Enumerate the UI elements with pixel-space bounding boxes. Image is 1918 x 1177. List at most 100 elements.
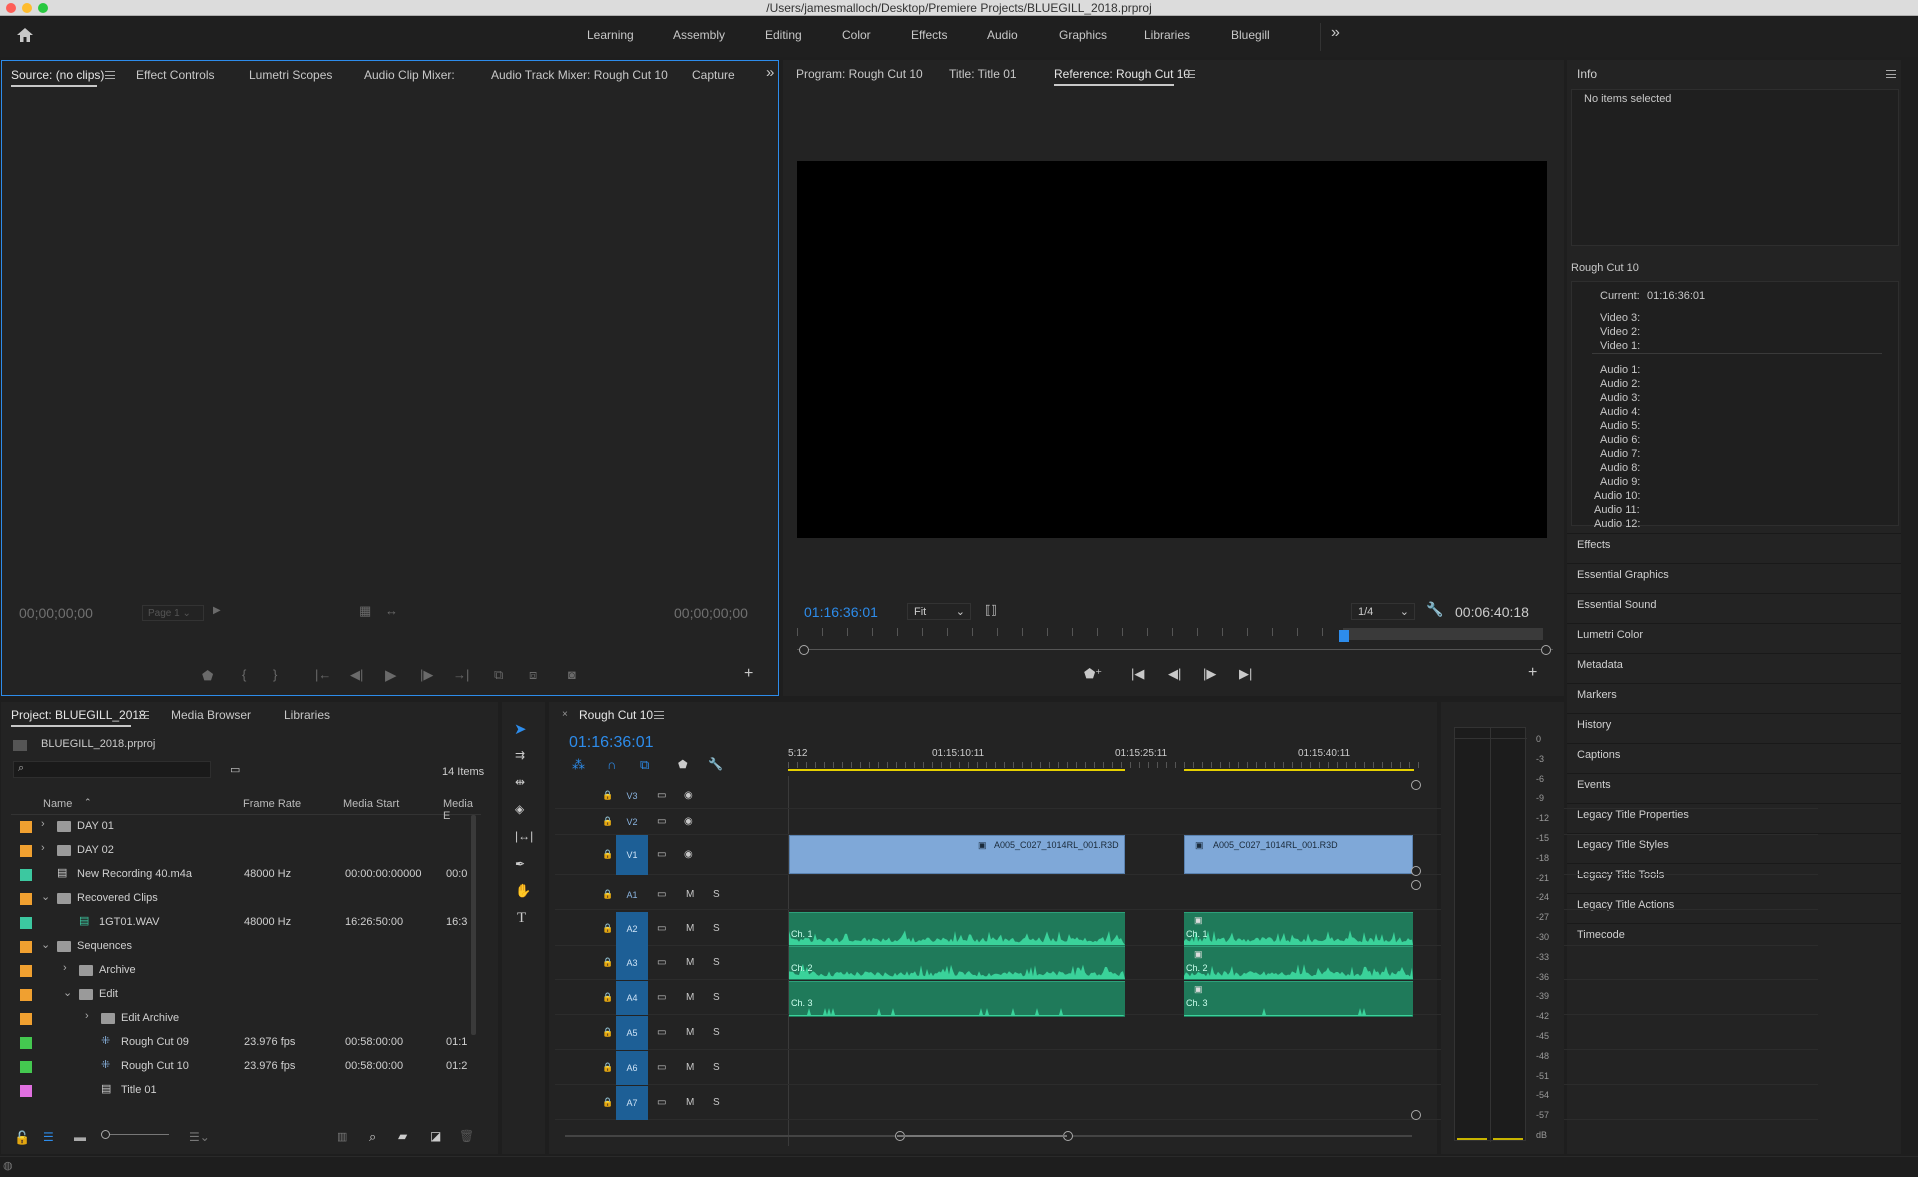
- sort-icon[interactable]: ☰⌄: [189, 1130, 210, 1144]
- track-sync-icon[interactable]: ▭: [657, 889, 666, 900]
- track-sync-icon[interactable]: ▭: [657, 1062, 666, 1073]
- project-row[interactable]: ⌄ Edit: [11, 983, 471, 1007]
- project-row[interactable]: ⌄ Recovered Clips: [11, 887, 471, 911]
- program-scrollbar[interactable]: [797, 649, 1553, 650]
- panel-lumetri-color[interactable]: Lumetri Color: [1577, 629, 1643, 641]
- mark-in-icon[interactable]: {: [242, 667, 246, 682]
- video-clip[interactable]: ▣ A005_C027_1014RL_001.R3D: [1184, 835, 1413, 874]
- timeline-ruler[interactable]: 5:12 01:15:10:11 01:15:25:11 01:15:40:11: [788, 742, 1422, 772]
- track-sync-icon[interactable]: ▭: [657, 816, 666, 827]
- timeline-scroll-thumb[interactable]: [897, 1135, 1067, 1137]
- tab-lumetri-scopes[interactable]: Lumetri Scopes: [249, 68, 332, 82]
- col-name[interactable]: Name: [43, 798, 72, 810]
- audio-clip[interactable]: Ch. 1: [789, 912, 1125, 946]
- trash-icon[interactable]: 🗑: [459, 1129, 474, 1143]
- workspace-libraries[interactable]: Libraries: [1144, 28, 1190, 42]
- disclosure-triangle-icon[interactable]: ⌄: [41, 890, 50, 903]
- work-area-bar[interactable]: [1184, 769, 1414, 771]
- source-add-button-icon[interactable]: +: [744, 665, 753, 683]
- page-next-icon[interactable]: ▶: [213, 605, 221, 616]
- disclosure-triangle-icon[interactable]: ⌄: [41, 938, 50, 951]
- project-search-input[interactable]: ⌕: [13, 761, 211, 778]
- label-color-swatch[interactable]: [20, 1085, 32, 1097]
- step-forward-icon[interactable]: |▶: [420, 667, 433, 683]
- overwrite-icon[interactable]: ⧈: [529, 667, 537, 683]
- tab-reference[interactable]: Reference: Rough Cut 10: [1054, 67, 1190, 81]
- razor-tool-icon[interactable]: ◈: [515, 802, 524, 816]
- tab-project[interactable]: Project: BLUEGILL_2018: [11, 708, 146, 722]
- disclosure-triangle-icon[interactable]: ›: [41, 842, 45, 854]
- disclosure-triangle-icon[interactable]: ›: [63, 962, 67, 974]
- disclosure-triangle-icon[interactable]: ›: [41, 818, 45, 830]
- track-target-label[interactable]: V2: [616, 809, 648, 835]
- program-add-button-icon[interactable]: +: [1528, 664, 1537, 682]
- new-bin-icon[interactable]: ▰: [398, 1129, 407, 1143]
- track-lock-icon[interactable]: 🔒: [602, 1062, 613, 1073]
- program-playhead[interactable]: [1339, 630, 1349, 642]
- track-sync-icon[interactable]: ▭: [657, 790, 666, 801]
- project-row[interactable]: ▤ Title 01: [11, 1079, 471, 1103]
- lock-icon[interactable]: 🔓: [14, 1130, 30, 1146]
- track-target-label[interactable]: V3: [616, 783, 648, 809]
- col-media-start[interactable]: Media Start: [343, 798, 399, 810]
- label-color-swatch[interactable]: [20, 917, 32, 929]
- workspace-graphics[interactable]: Graphics: [1059, 28, 1107, 42]
- workspace-audio[interactable]: Audio: [987, 28, 1018, 42]
- source-timecode-in[interactable]: 00;00;00;00: [19, 605, 93, 621]
- program-menu-icon[interactable]: [1185, 70, 1195, 78]
- zoom-slider-handle[interactable]: [101, 1130, 110, 1139]
- track-sync-icon[interactable]: ▭: [657, 1027, 666, 1038]
- solo-button[interactable]: S: [713, 1027, 720, 1038]
- track-lock-icon[interactable]: 🔒: [602, 957, 613, 968]
- program-timecode[interactable]: 01:16:36:01: [804, 604, 878, 620]
- eye-icon[interactable]: ◉: [684, 790, 693, 801]
- track-lock-icon[interactable]: 🔒: [602, 849, 613, 860]
- label-color-swatch[interactable]: [20, 821, 32, 833]
- mark-out-icon[interactable]: }: [273, 667, 277, 682]
- zoom-slider[interactable]: [103, 1134, 169, 1135]
- panel-metadata[interactable]: Metadata: [1577, 659, 1623, 671]
- tab-program[interactable]: Program: Rough Cut 10: [796, 67, 923, 81]
- tab-effect-controls[interactable]: Effect Controls: [136, 68, 214, 82]
- track-lock-icon[interactable]: 🔒: [602, 1027, 613, 1038]
- track-lock-icon[interactable]: 🔒: [602, 816, 613, 827]
- source-fit-icon[interactable]: ↔: [385, 603, 398, 618]
- project-row[interactable]: ⌄ Sequences: [11, 935, 471, 959]
- play-icon[interactable]: ▶: [385, 666, 397, 684]
- workspace-editing[interactable]: Editing: [765, 28, 802, 42]
- label-color-swatch[interactable]: [20, 941, 32, 953]
- workspace-overflow-icon[interactable]: »: [1331, 24, 1340, 42]
- timeline-timecode[interactable]: 01:16:36:01: [569, 734, 654, 752]
- mute-button[interactable]: M: [686, 1027, 694, 1038]
- solo-button[interactable]: S: [713, 1062, 720, 1073]
- program-step-back-icon[interactable]: ◀|: [1168, 666, 1181, 682]
- automate-icon[interactable]: ▥: [337, 1130, 347, 1143]
- pen-tool-icon[interactable]: ✒: [515, 857, 525, 871]
- disclosure-triangle-icon[interactable]: ›: [85, 1010, 89, 1022]
- program-go-to-in-icon[interactable]: |◀: [1131, 666, 1144, 682]
- new-bin-from-search-icon[interactable]: ▭: [230, 763, 240, 776]
- col-frame-rate[interactable]: Frame Rate: [243, 798, 301, 810]
- audio-clip[interactable]: Ch. 2: [789, 946, 1125, 980]
- project-row[interactable]: › DAY 01: [11, 815, 471, 839]
- export-frame-icon[interactable]: ◙: [568, 667, 576, 682]
- track-target-label[interactable]: V1: [616, 835, 648, 875]
- label-color-swatch[interactable]: [20, 1061, 32, 1073]
- project-row[interactable]: ⁜ Rough Cut 09 23.976 fps 00:58:00:00 01:1: [11, 1031, 471, 1055]
- hand-tool-icon[interactable]: ✋: [515, 883, 531, 899]
- project-row[interactable]: ⁜ Rough Cut 10 23.976 fps 00:58:00:00 01:2: [11, 1055, 471, 1079]
- panel-essential-sound[interactable]: Essential Sound: [1577, 599, 1657, 611]
- nest-icon[interactable]: ⁂: [572, 757, 585, 773]
- label-color-swatch[interactable]: [20, 989, 32, 1001]
- mute-button[interactable]: M: [686, 1097, 694, 1108]
- workspace-assembly[interactable]: Assembly: [673, 28, 725, 42]
- close-sequence-icon[interactable]: ×: [562, 709, 568, 720]
- project-row[interactable]: ▤ New Recording 40.m4a 48000 Hz 00:00:00:00…: [11, 863, 471, 887]
- a-scroll-handle[interactable]: [1411, 1110, 1421, 1120]
- find-icon[interactable]: ⌕: [369, 1129, 376, 1145]
- panel-captions[interactable]: Captions: [1577, 749, 1620, 761]
- icon-view-icon[interactable]: ▬: [74, 1130, 86, 1144]
- type-tool-icon[interactable]: T: [517, 910, 526, 927]
- label-color-swatch[interactable]: [20, 1037, 32, 1049]
- program-video-viewer[interactable]: [797, 161, 1547, 538]
